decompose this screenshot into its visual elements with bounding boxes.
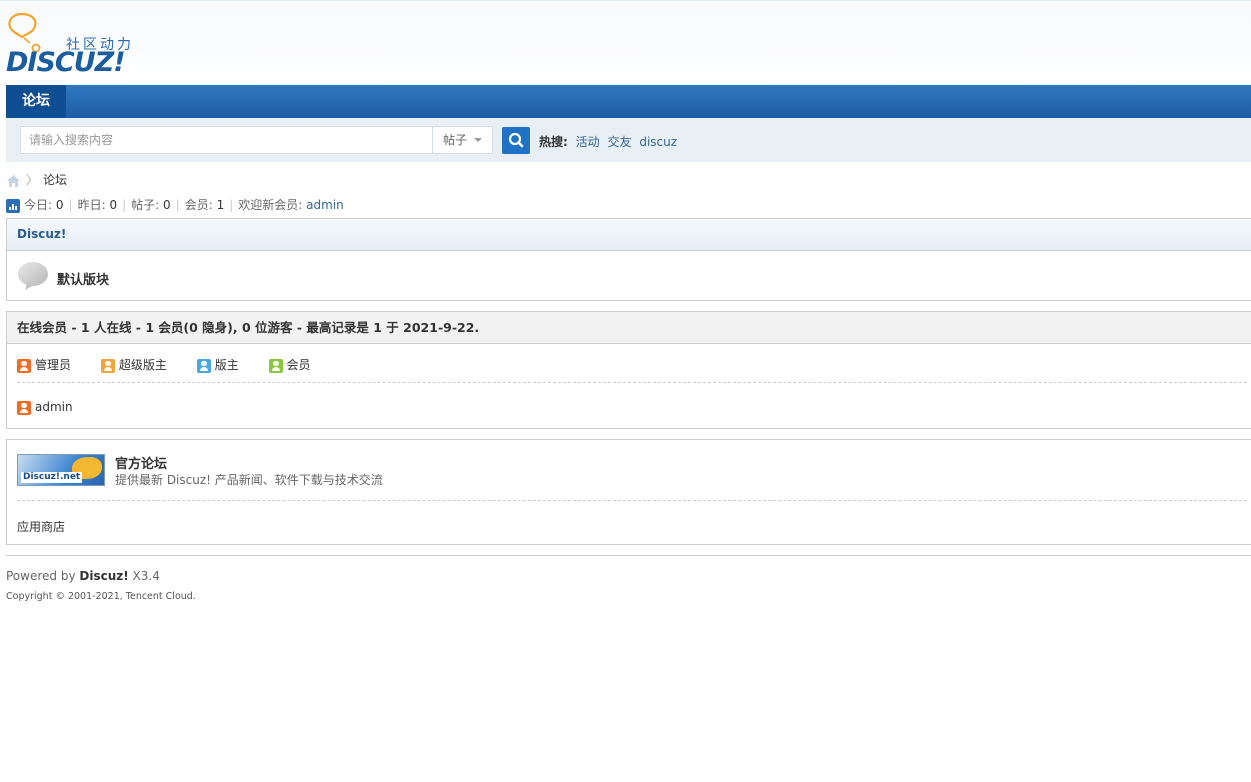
stat-yesterday-value: 0 (109, 198, 118, 212)
legend-moderator: 版主 (196, 356, 239, 374)
legend-member-label: 会员 (286, 358, 311, 372)
friend-link-desc: 提供最新 Discuz! 产品新闻、软件下载与技术交流 (115, 473, 383, 487)
online-heading: 在线会员 - 1 人在线 - 1 会员(0 隐身), 0 位游客 - 最高记录是… (7, 312, 1251, 344)
user-super-moderator-icon (100, 358, 115, 373)
user-member-icon (268, 358, 283, 373)
hot-term-link[interactable]: 活动 (576, 135, 600, 149)
nav-tab-forum[interactable]: 论坛 (6, 85, 66, 118)
hot-term-link[interactable]: discuz (639, 135, 677, 149)
stat-posts-label: 帖子: (131, 198, 160, 212)
forum-category-box: Discuz! 默认版块 (6, 218, 1251, 301)
legend-admin-label: 管理员 (35, 358, 72, 372)
forum-stats: 今日: 0 | 昨日: 0 | 帖子: 0 | 会员: 1 | 欢迎新会员: admin (6, 196, 344, 214)
user-group-legend: 管理员 超级版主 版主 会员 (17, 356, 337, 374)
user-admin-icon (17, 358, 31, 373)
search-button[interactable] (502, 127, 530, 154)
friend-link-title[interactable]: 官方论坛 (115, 453, 167, 472)
hot-search-label: 热搜: (539, 135, 568, 149)
footer: Powered by Discuz! X3.4 Copyright © 2001… (6, 555, 1251, 602)
powered-brand-link[interactable]: Discuz! (79, 569, 128, 583)
legend-member: 会员 (268, 356, 311, 374)
legend-moderator-label: 版主 (214, 358, 239, 372)
powered-prefix: Powered by (6, 569, 80, 583)
site-logo[interactable]: 社区动力 DISCUZ! (6, 12, 146, 82)
forum-bubble-icon (18, 262, 48, 290)
stat-yesterday-label: 昨日: (77, 198, 106, 212)
powered-version: X3.4 (128, 569, 160, 583)
online-user-link[interactable]: admin (35, 400, 73, 414)
online-members-box: 在线会员 - 1 人在线 - 1 会员(0 隐身), 0 位游客 - 最高记录是… (6, 311, 1251, 429)
legend-super-moderator-label: 超级版主 (118, 358, 167, 372)
legend-super-moderator: 超级版主 (100, 356, 167, 374)
search-type-select[interactable]: 帖子 (432, 126, 493, 154)
copyright: Copyright © 2001-2021, Tencent Cloud. (6, 591, 196, 602)
stat-members-value: 1 (216, 198, 225, 212)
stat-posts-value: 0 (163, 198, 171, 212)
hot-term-link[interactable]: 交友 (607, 135, 631, 149)
friend-link-banner[interactable]: Discuz!.net (17, 454, 105, 486)
search-type-label: 帖子 (443, 133, 468, 147)
breadcrumb-current[interactable]: 论坛 (43, 173, 67, 187)
stat-today-label: 今日: (24, 198, 53, 212)
category-title-text: Discuz! (17, 227, 67, 241)
home-icon[interactable] (6, 174, 21, 188)
breadcrumb: 〉论坛 (6, 170, 67, 190)
text-link-app-store[interactable]: 应用商店 (17, 518, 65, 535)
category-title[interactable]: Discuz! (7, 219, 1251, 251)
logo-wordmark: DISCUZ! (6, 47, 126, 78)
forum-board-name[interactable]: 默认版块 (57, 269, 109, 288)
banner-badge: Discuz!.net (21, 472, 83, 483)
user-moderator-icon (196, 358, 211, 373)
legend-admin: 管理员 (17, 356, 71, 374)
powered-by: Powered by Discuz! X3.4 (6, 569, 160, 583)
friend-links-box: Discuz!.net 官方论坛 提供最新 Discuz! 产品新闻、软件下载与… (6, 439, 1251, 545)
divider (17, 500, 1247, 501)
newest-member-link[interactable]: admin (306, 198, 344, 212)
search-input[interactable]: 请输入搜索内容 (20, 126, 432, 154)
online-user-list: admin (17, 398, 73, 416)
stat-newest-label: 欢迎新会员: (238, 198, 303, 212)
user-admin-icon (17, 400, 31, 415)
breadcrumb-separator: 〉 (26, 173, 39, 187)
main-nav: 论坛 (6, 85, 1251, 118)
stat-today-value: 0 (55, 198, 64, 212)
stats-chart-icon (6, 198, 20, 213)
divider (17, 382, 1247, 383)
stat-members-label: 会员: (184, 198, 213, 212)
hot-search: 热搜: 活动 交友 discuz (539, 133, 677, 150)
header: 社区动力 DISCUZ! (0, 0, 1251, 86)
chevron-down-icon (474, 138, 482, 142)
search-icon (508, 132, 524, 148)
search-bar: 请输入搜索内容 帖子 热搜: 活动 交友 discuz (6, 118, 1251, 162)
